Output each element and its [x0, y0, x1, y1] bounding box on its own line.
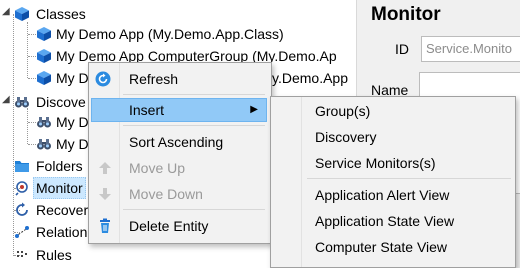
tree-node-discovery[interactable]: My D	[0, 132, 89, 156]
tree-node-folders[interactable]: Folders	[0, 154, 88, 178]
menu-separator	[123, 209, 265, 210]
menu-item-delete-entity[interactable]: Delete Entity	[91, 214, 267, 238]
tree-label-class: My Demo App (My.Demo.App.Class)	[56, 26, 284, 42]
binoculars-icon	[36, 136, 52, 152]
menu-label: Refresh	[129, 71, 179, 87]
menu-label: Insert	[129, 102, 165, 118]
tree-node-relationships[interactable]: Relation	[0, 220, 88, 244]
menu-item-sort-ascending[interactable]: Sort Ascending	[91, 130, 267, 154]
menu-label: Sort Ascending	[129, 134, 224, 150]
context-menu: Refresh Insert ▶ Sort Ascending Move Up …	[88, 62, 272, 244]
submenu-item-application-alert-view[interactable]: Application Alert View	[273, 183, 511, 207]
rules-icon	[14, 247, 30, 263]
tree-node-class[interactable]: My Demo App (My.Demo.App.Class)	[0, 22, 356, 46]
cube-icon	[36, 48, 52, 64]
tree-node-rules[interactable]: Rules	[0, 243, 88, 267]
relationship-icon	[14, 224, 30, 240]
menu-label: Application Alert View	[315, 187, 450, 203]
menu-item-move-down[interactable]: Move Down	[91, 182, 267, 206]
menu-label: Delete Entity	[129, 218, 209, 234]
submenu-item-groups[interactable]: Group(s)	[273, 99, 511, 123]
id-label: ID	[395, 41, 409, 57]
tree-node-monitors[interactable]: Monitor	[0, 176, 88, 200]
arrow-up-icon	[97, 160, 113, 176]
tree-label-recoveries: Recover	[36, 202, 89, 218]
tree-node-recoveries[interactable]: Recover	[0, 198, 88, 222]
tree-label-class-tail: y.Demo.App	[272, 70, 348, 86]
monitor-icon	[14, 180, 30, 196]
insert-submenu: Group(s) Discovery Service Monitors(s) A…	[270, 96, 516, 268]
refresh-icon	[95, 71, 111, 87]
cube-icon	[36, 26, 52, 42]
submenu-item-computer-state-view[interactable]: Computer State View	[273, 235, 511, 259]
id-field[interactable]: Service.Monito	[421, 36, 520, 62]
menu-label: Discovery	[315, 129, 377, 145]
menu-label: Group(s)	[315, 103, 371, 119]
arrow-down-icon	[97, 186, 113, 202]
menu-item-insert[interactable]: Insert ▶	[91, 98, 267, 122]
submenu-item-application-state-view[interactable]: Application State View	[273, 209, 511, 233]
cube-icon	[14, 6, 30, 22]
menu-label: Service Monitors(s)	[315, 155, 436, 171]
binoculars-icon	[14, 94, 30, 110]
chevron-right-icon: ▶	[250, 104, 258, 115]
tree-label-relationships: Relation	[36, 224, 88, 240]
collapse-arrow-icon[interactable]: ◢	[2, 95, 12, 105]
menu-separator	[307, 178, 511, 179]
binoculars-icon	[36, 114, 52, 130]
menu-separator	[123, 94, 265, 95]
tree-label-discovery: My D	[56, 136, 89, 152]
menu-label: Move Down	[129, 186, 203, 202]
menu-label: Application State View	[315, 213, 455, 229]
menu-label: Move Up	[129, 160, 186, 176]
trash-icon	[97, 218, 113, 234]
tree-label-folders: Folders	[36, 158, 83, 174]
folder-icon	[14, 158, 30, 174]
menu-label: Computer State View	[315, 239, 448, 255]
recovery-icon	[14, 202, 30, 218]
submenu-item-service-monitors[interactable]: Service Monitors(s)	[273, 151, 511, 175]
tree-label-rules: Rules	[36, 247, 72, 263]
tree-node-discovery[interactable]: My D	[0, 110, 89, 134]
tree-label-discovery: My D	[56, 114, 89, 130]
tree-label-class: My D	[56, 70, 89, 86]
menu-item-refresh[interactable]: Refresh	[91, 67, 267, 91]
cube-icon	[36, 70, 52, 86]
submenu-item-discovery[interactable]: Discovery	[273, 125, 511, 149]
menu-separator	[123, 125, 265, 126]
tree-label-monitors: Monitor	[33, 177, 86, 199]
menu-item-move-up[interactable]: Move Up	[91, 156, 267, 180]
collapse-arrow-icon[interactable]: ◢	[2, 7, 12, 17]
panel-title: Monitor	[371, 4, 441, 25]
